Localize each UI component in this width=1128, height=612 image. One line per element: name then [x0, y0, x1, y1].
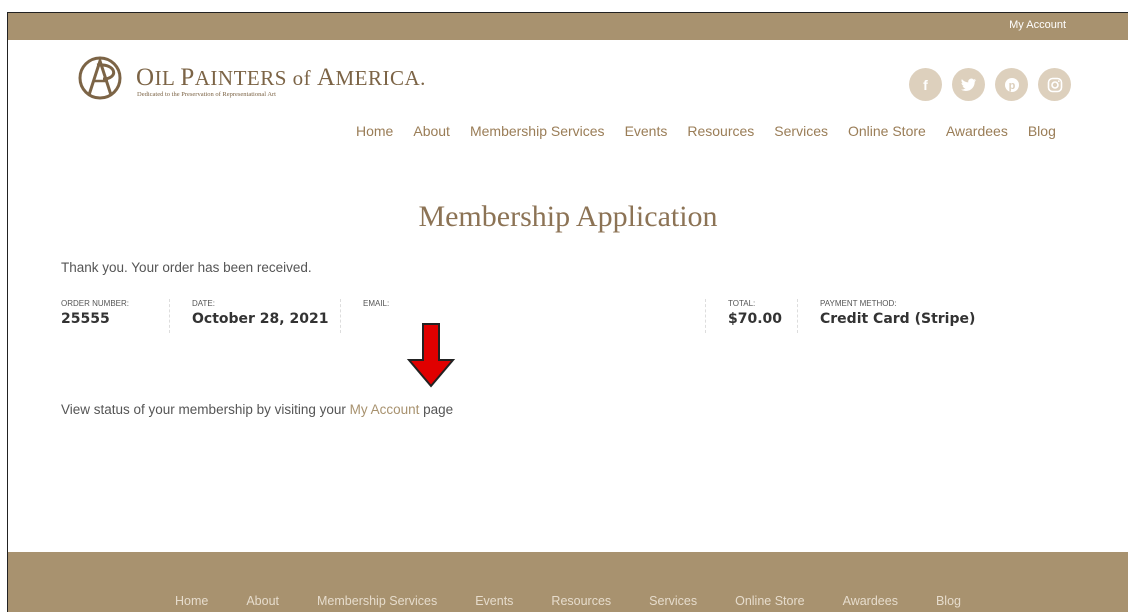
footer-nav-events[interactable]: Events — [475, 594, 513, 608]
nav-about[interactable]: About — [413, 123, 450, 139]
nav-blog[interactable]: Blog — [1028, 123, 1056, 139]
order-payment-label: PAYMENT METHOD: — [820, 299, 897, 308]
pinterest-icon[interactable]: p — [995, 68, 1028, 101]
footer-nav-blog[interactable]: Blog — [936, 594, 961, 608]
order-payment-method: PAYMENT METHOD: Credit Card (Stripe) — [797, 299, 975, 333]
site-footer: Home About Membership Services Events Re… — [8, 552, 1128, 612]
twitter-icon[interactable] — [952, 68, 985, 101]
footer-nav-services[interactable]: Services — [649, 594, 697, 608]
order-payment-value: Credit Card (Stripe) — [820, 311, 976, 327]
order-number: ORDER NUMBER: 25555 — [61, 299, 129, 333]
order-date: DATE: October 28, 2021 — [169, 299, 328, 333]
nav-events[interactable]: Events — [625, 123, 668, 139]
order-email-label: EMAIL: — [363, 299, 390, 308]
nav-awardees[interactable]: Awardees — [946, 123, 1008, 139]
footer-nav-home[interactable]: Home — [175, 594, 208, 608]
footer-nav-resources[interactable]: Resources — [551, 594, 611, 608]
nav-membership-services[interactable]: Membership Services — [470, 123, 605, 139]
page-frame: My Account OIL PAINTERS of AMERICA. Dedi… — [7, 12, 1128, 612]
footer-nav-online-store[interactable]: Online Store — [735, 594, 804, 608]
logo-monogram-icon — [78, 56, 122, 100]
twitter-bird-icon — [960, 78, 976, 91]
order-total-label: TOTAL: — [728, 299, 756, 308]
footer-nav-awardees[interactable]: Awardees — [843, 594, 898, 608]
view-status-prefix: View status of your membership by visiti… — [61, 402, 350, 417]
top-bar: My Account — [8, 13, 1128, 40]
footer-nav-about[interactable]: About — [246, 594, 279, 608]
order-received-message: Thank you. Your order has been received. — [61, 260, 312, 275]
order-date-value: October 28, 2021 — [192, 311, 329, 327]
social-links: f p — [909, 68, 1071, 101]
svg-text:p: p — [1008, 80, 1015, 92]
view-status-text: View status of your membership by visiti… — [61, 402, 453, 417]
logo-tagline: Dedicated to the Preservation of Represe… — [137, 91, 276, 98]
facebook-icon[interactable]: f — [909, 68, 942, 101]
logo-name: OIL PAINTERS of AMERICA. — [136, 64, 426, 91]
nav-services[interactable]: Services — [774, 123, 828, 139]
footer-nav-membership-services[interactable]: Membership Services — [317, 594, 437, 608]
instagram-camera-icon — [1047, 77, 1062, 92]
nav-home[interactable]: Home — [356, 123, 393, 139]
my-account-link[interactable]: My Account — [350, 402, 420, 417]
pinterest-p-icon: p — [1004, 77, 1019, 92]
nav-resources[interactable]: Resources — [687, 123, 754, 139]
red-down-arrow-icon — [406, 323, 456, 388]
main-nav: Home About Membership Services Events Re… — [356, 123, 1056, 139]
order-date-label: DATE: — [192, 299, 215, 308]
site-logo[interactable]: OIL PAINTERS of AMERICA. Dedicated to th… — [75, 55, 425, 101]
order-number-label: ORDER NUMBER: — [61, 299, 130, 308]
order-details: ORDER NUMBER: 25555 DATE: October 28, 20… — [8, 299, 1128, 333]
order-number-value: 25555 — [61, 311, 110, 327]
top-my-account-link[interactable]: My Account — [1009, 19, 1066, 31]
order-total: TOTAL: $70.00 — [705, 299, 782, 333]
nav-online-store[interactable]: Online Store — [848, 123, 926, 139]
order-email: EMAIL: — [340, 299, 389, 333]
view-status-suffix: page — [419, 402, 454, 417]
page-title: Membership Application — [418, 200, 718, 233]
instagram-icon[interactable] — [1038, 68, 1071, 101]
order-total-value: $70.00 — [728, 311, 783, 327]
footer-nav: Home About Membership Services Events Re… — [175, 594, 961, 608]
